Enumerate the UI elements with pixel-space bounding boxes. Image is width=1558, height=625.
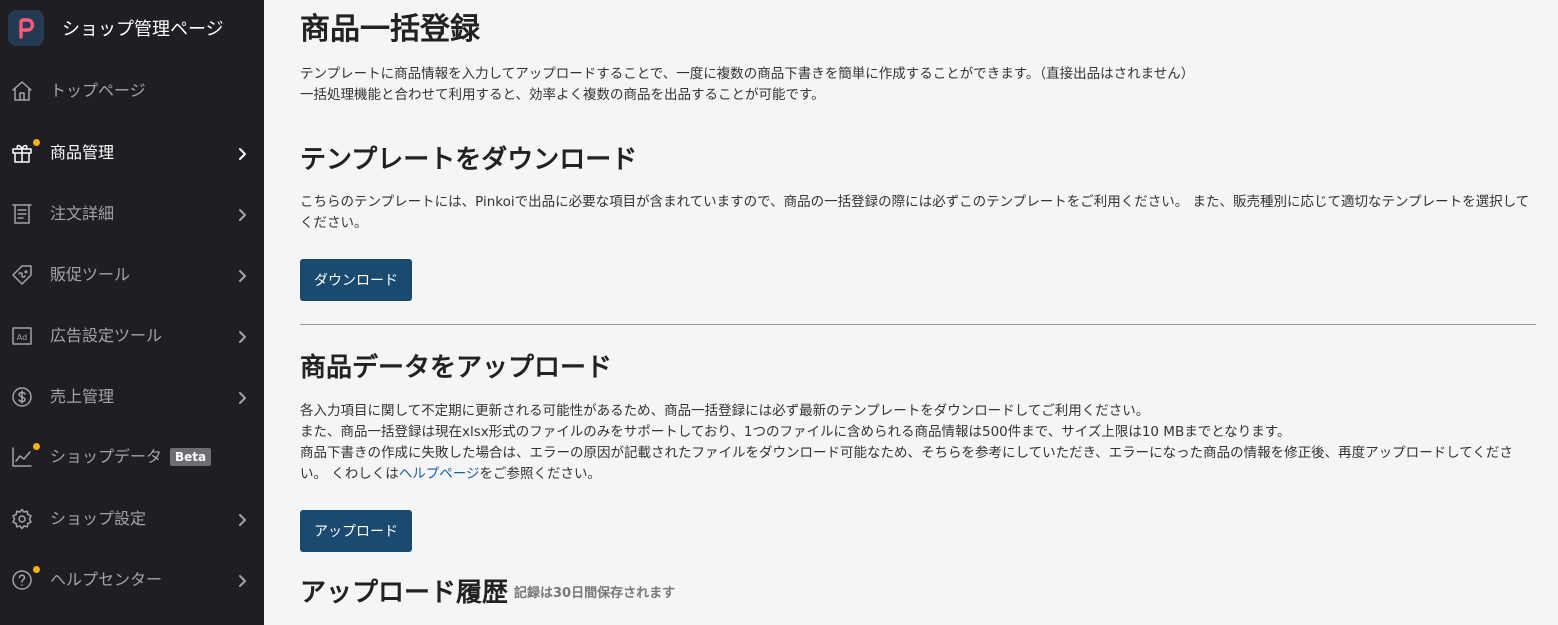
- sidebar-item-label: ヘルプセンター: [50, 570, 163, 589]
- sidebar-item-label: ショップ設定: [50, 509, 147, 528]
- help-page-link[interactable]: ヘルプページ: [399, 466, 480, 482]
- chevron-right-icon: [236, 573, 250, 587]
- notification-dot: [33, 139, 40, 146]
- intro-line-2: 一括処理機能と合わせて利用すると、効率よく複数の商品を出品することが可能です。: [300, 87, 825, 103]
- intro-text: テンプレートに商品情報を入力してアップロードすることで、一度に複数の商品下書きを…: [300, 64, 1536, 106]
- download-button[interactable]: ダウンロード: [300, 259, 412, 301]
- sidebar-item-label: 広告設定ツール: [50, 326, 163, 345]
- upload-line-2: また、商品一括登録は現在xlsx形式のファイルのみをサポートしており、1つのファ…: [300, 424, 1291, 440]
- price-tag-icon: [10, 263, 34, 287]
- sidebar-item-label: トップページ: [50, 81, 146, 100]
- line-chart-icon: [10, 445, 34, 469]
- brand-title: ショップ管理ページ: [62, 19, 224, 40]
- sidebar-item-products[interactable]: 商品管理: [0, 131, 264, 175]
- sidebar-item-label: 商品管理: [50, 143, 115, 162]
- dollar-coin-icon: [10, 385, 34, 409]
- brand[interactable]: ショップ管理ページ: [8, 8, 224, 48]
- sidebar-item-label: 販促ツール: [50, 265, 131, 284]
- gear-icon: [10, 507, 34, 531]
- upload-section-heading: 商品データをアップロード: [300, 353, 613, 383]
- chevron-right-icon: [236, 390, 250, 404]
- receipt-icon: [10, 202, 34, 226]
- chevron-right-icon: [236, 207, 250, 221]
- sidebar-item-sales[interactable]: 売上管理: [0, 375, 264, 419]
- upload-history-heading: アップロード履歴 記録は30日間保存されます: [300, 578, 676, 608]
- section-divider: [300, 324, 1536, 325]
- intro-line-1: テンプレートに商品情報を入力してアップロードすることで、一度に複数の商品下書きを…: [300, 66, 1195, 82]
- download-section-heading: テンプレートをダウンロード: [300, 145, 638, 175]
- sidebar-item-ads[interactable]: Ad 広告設定ツール: [0, 314, 264, 358]
- notification-dot: [33, 443, 40, 450]
- sidebar-item-shop-data[interactable]: ショップデータ Beta: [0, 435, 264, 479]
- sidebar-item-label: ショップデータ Beta: [50, 447, 212, 467]
- upload-line-1: 各入力項目に関して不定期に更新される可能性があるため、商品一括登録には必ず最新の…: [300, 403, 1150, 419]
- chevron-right-icon: [236, 329, 250, 343]
- beta-badge: Beta: [170, 448, 212, 466]
- ad-icon: Ad: [10, 324, 34, 348]
- pinkoi-logo-icon: [8, 10, 44, 46]
- upload-description: 各入力項目に関して不定期に更新される可能性があるため、商品一括登録には必ず最新の…: [300, 401, 1536, 485]
- chevron-right-icon: [236, 146, 250, 160]
- gift-icon: [10, 141, 34, 165]
- home-icon: [10, 79, 34, 103]
- page-title: 商品一括登録: [300, 12, 480, 47]
- chevron-right-icon: [236, 268, 250, 282]
- question-circle-icon: [10, 568, 34, 592]
- sidebar-item-help-center[interactable]: ヘルプセンター: [0, 558, 264, 602]
- download-description: こちらのテンプレートには、Pinkoiで出品に必要な項目が含まれていますので、商…: [300, 194, 1530, 231]
- svg-text:Ad: Ad: [17, 333, 27, 342]
- upload-line-3: 商品下書きの作成に失敗した場合は、エラーの原因が記載されたファイルをダウンロード…: [300, 445, 1513, 482]
- chevron-right-icon: [236, 512, 250, 526]
- retention-note: 記録は30日間保存されます: [514, 586, 676, 601]
- sidebar-item-promotion[interactable]: 販促ツール: [0, 253, 264, 297]
- sidebar-item-orders[interactable]: 注文詳細: [0, 192, 264, 236]
- sidebar-item-label: 売上管理: [50, 387, 115, 406]
- notification-dot: [33, 566, 40, 573]
- sidebar-item-top-page[interactable]: トップページ: [0, 69, 264, 113]
- sidebar-item-label: 注文詳細: [50, 204, 115, 223]
- sidebar-item-shop-settings[interactable]: ショップ設定: [0, 497, 264, 541]
- upload-button[interactable]: アップロード: [300, 510, 412, 552]
- sidebar: ショップ管理ページ トップページ 商品管理 注文詳細 販促ツール Ad 広告設定…: [0, 0, 264, 625]
